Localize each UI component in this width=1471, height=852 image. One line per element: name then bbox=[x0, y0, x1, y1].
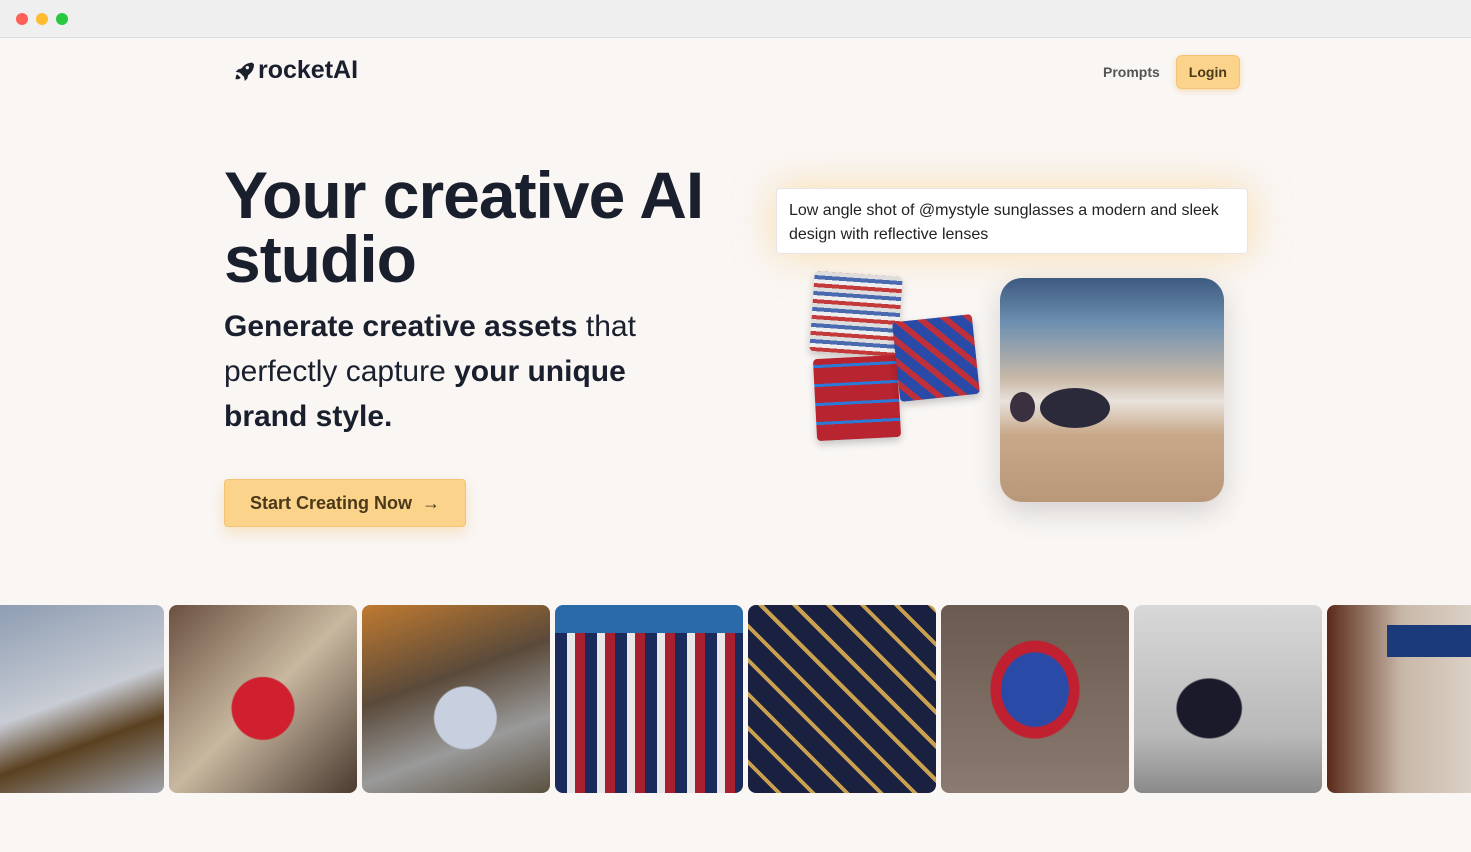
prompt-box: Low angle shot of @mystyle sunglasses a … bbox=[776, 188, 1248, 254]
page-title: Your creative AI studio bbox=[224, 158, 704, 296]
style-swatch bbox=[809, 271, 903, 357]
logo[interactable]: rocketAI bbox=[233, 56, 358, 85]
gallery-image-patterned-handbag[interactable] bbox=[748, 605, 936, 793]
gallery-image-red-car[interactable] bbox=[169, 605, 357, 793]
prompt-text: Low angle shot of @mystyle sunglasses a … bbox=[789, 202, 1219, 243]
logo-text: rocketAI bbox=[258, 56, 359, 84]
window-titlebar bbox=[0, 0, 1471, 38]
start-creating-button[interactable]: Start Creating Now → bbox=[224, 479, 466, 527]
gallery-image-chair[interactable] bbox=[1134, 605, 1322, 793]
gallery-image-lamp[interactable] bbox=[1327, 605, 1471, 793]
maximize-window-button[interactable] bbox=[56, 13, 68, 25]
cta-label: Start Creating Now bbox=[249, 492, 413, 513]
prompts-link[interactable]: Prompts bbox=[1103, 64, 1160, 80]
subtitle-bold: Generate creative assets bbox=[224, 310, 578, 343]
gallery-image-sunglasses[interactable] bbox=[0, 605, 164, 793]
rocket-icon bbox=[235, 62, 254, 81]
login-button[interactable]: Login bbox=[1175, 55, 1240, 89]
gallery-image-striped-handbag[interactable] bbox=[555, 605, 743, 793]
top-nav: Prompts Login bbox=[1103, 55, 1240, 89]
generated-sunglasses-image bbox=[1000, 278, 1224, 502]
style-swatch bbox=[812, 354, 902, 442]
gallery-image-armchair[interactable] bbox=[941, 605, 1129, 793]
close-window-button[interactable] bbox=[16, 13, 28, 25]
minimize-window-button[interactable] bbox=[36, 13, 48, 25]
sunglasses-shape bbox=[1010, 388, 1210, 428]
arrow-right-icon: → bbox=[422, 492, 441, 513]
gallery-strip bbox=[0, 605, 1471, 793]
style-swatch bbox=[892, 314, 980, 402]
hero-subtitle: Generate creative assets that perfectly … bbox=[224, 304, 694, 439]
gallery-image-silver-car[interactable] bbox=[362, 605, 550, 793]
